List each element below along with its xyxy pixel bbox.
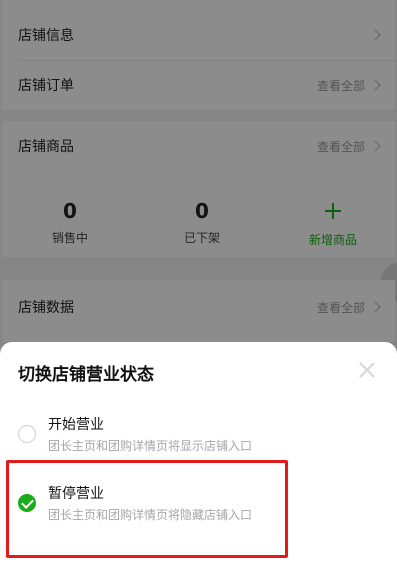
option-start-business[interactable]: 开始营业 团长主页和团购详情页将显示店铺入口 [0, 404, 397, 466]
option-description: 团长主页和团购详情页将显示店铺入口 [48, 439, 253, 453]
option-title: 开始营业 [48, 417, 104, 433]
sheet-title: 切换店铺营业状态 [18, 365, 154, 385]
close-icon[interactable] [359, 362, 375, 378]
highlight-annotation-box [6, 460, 288, 558]
switch-status-sheet: 切换店铺营业状态 开始营业 团长主页和团购详情页将显示店铺入口 暂停营业 团长主… [0, 342, 397, 587]
radio-unchecked-icon[interactable] [18, 425, 36, 443]
